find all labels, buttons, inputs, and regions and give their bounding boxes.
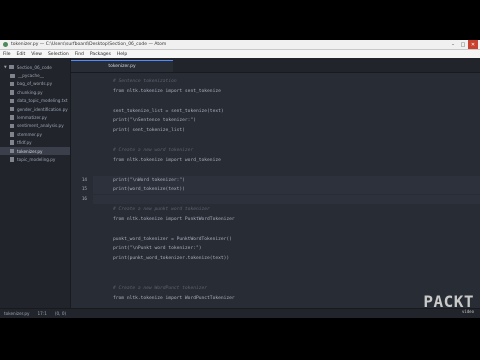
tab-label: tokenizer.py bbox=[108, 64, 136, 69]
menu-help[interactable]: Help bbox=[117, 52, 127, 57]
menu-selection[interactable]: Selection bbox=[48, 52, 69, 57]
menu-find[interactable]: Find bbox=[75, 52, 84, 57]
tree-item-label: __pycache__ bbox=[18, 73, 44, 79]
line-highlight bbox=[93, 195, 480, 205]
atom-app-icon bbox=[3, 42, 8, 47]
tree-item-label: data_topic_modeling.txt bbox=[17, 98, 68, 104]
menu-packages[interactable]: Packages bbox=[90, 52, 111, 57]
code-line: print( sent_tokenize_list) bbox=[113, 128, 185, 134]
tab-tokenizer[interactable]: tokenizer.py bbox=[71, 60, 173, 72]
folder-icon bbox=[10, 73, 15, 78]
close-button[interactable]: ✕ bbox=[468, 40, 478, 49]
tree-item[interactable]: tfidf.py bbox=[0, 139, 70, 147]
tree-item[interactable]: tokenizer.py bbox=[0, 146, 70, 156]
code-line: from nltk.tokenize import PunktWordToken… bbox=[113, 216, 235, 222]
file-icon bbox=[10, 106, 14, 112]
tree-item-label: topic_modeling.py bbox=[17, 156, 56, 162]
tree-item-label: sentiment_analysis.py bbox=[17, 123, 64, 129]
tree-item-label: tokenizer.py bbox=[17, 148, 43, 154]
code-line: print("\nPunkt word tokenizer:") bbox=[113, 246, 202, 252]
code-line: print(word_tokenize(text)) bbox=[113, 187, 185, 193]
code-line: punkt_word_tokenizer = PunktWordTokenize… bbox=[113, 236, 232, 242]
code-line: print("\nWord tokenizer:") bbox=[113, 177, 185, 183]
tab-bar: tokenizer.py bbox=[71, 58, 480, 73]
menu-edit[interactable]: Edit bbox=[17, 52, 26, 57]
code-line: from nltk.tokenize import WordPunctToken… bbox=[113, 295, 235, 301]
status-cursor-position[interactable]: 17:1 bbox=[37, 311, 46, 316]
tree-item-label: gender_identification.py bbox=[17, 106, 68, 112]
code-line: # Create a new word tokenizer bbox=[113, 147, 194, 153]
line-number: 16 bbox=[81, 197, 87, 203]
file-icon bbox=[10, 90, 14, 95]
file-icon bbox=[10, 81, 14, 87]
window-title: tokenizer.py — C:\Users\surfboard\Deskto… bbox=[11, 42, 167, 47]
status-bar: tokenizer.py 17:1 (0, 0) bbox=[0, 308, 480, 318]
tree-root-label: Section_06_code bbox=[16, 64, 52, 70]
tree-item[interactable]: data_topic_modeling.txt bbox=[0, 97, 70, 105]
tree-item-label: tfidf.py bbox=[17, 140, 32, 146]
tree-item[interactable]: chunking.py bbox=[0, 88, 70, 96]
tree-item-label: bag_of_words.py bbox=[17, 81, 53, 87]
file-icon bbox=[10, 98, 14, 103]
tree-item-label: lemmatizer.py bbox=[17, 115, 47, 121]
file-icon bbox=[10, 140, 14, 145]
folder-icon bbox=[8, 65, 14, 70]
code-line: from nltk.tokenize import sent_tokenize bbox=[113, 88, 221, 94]
tree-item[interactable]: stemmer.py bbox=[0, 130, 70, 138]
atom-window: tokenizer.py — C:\Users\surfboard\Deskto… bbox=[0, 40, 480, 318]
file-icon bbox=[10, 115, 14, 120]
tree-item[interactable]: topic_modeling.py bbox=[0, 155, 70, 163]
menu-file[interactable]: File bbox=[3, 52, 11, 57]
tree-item[interactable]: __pycache__ bbox=[0, 71, 70, 79]
code-line: print(punkt_word_tokenizer.tokenize(text… bbox=[113, 256, 230, 262]
tree-item[interactable]: gender_identification.py bbox=[0, 105, 70, 113]
project-tree: ▼ Section_06_code __pycache__ bag_of_word… bbox=[0, 58, 71, 309]
tree-item[interactable]: sentiment_analysis.py bbox=[0, 122, 70, 130]
file-icon bbox=[10, 157, 14, 162]
tree-item-label: stemmer.py bbox=[17, 131, 42, 137]
title-bar: tokenizer.py — C:\Users\surfboard\Deskto… bbox=[0, 40, 480, 50]
line-number-gutter: 14 15 16 bbox=[71, 72, 93, 309]
file-icon bbox=[10, 132, 14, 137]
line-number: 15 bbox=[81, 187, 87, 193]
tree-item[interactable]: bag_of_words.py bbox=[0, 80, 70, 88]
menu-view[interactable]: View bbox=[31, 52, 42, 57]
code-area[interactable]: # Sentence tokenization from nltk.tokeniz… bbox=[93, 72, 480, 309]
line-number: 14 bbox=[81, 177, 87, 183]
tree-item[interactable]: lemmatizer.py bbox=[0, 113, 70, 121]
packt-logo: PACKT video bbox=[423, 292, 474, 314]
minimize-button[interactable]: – bbox=[448, 40, 458, 49]
status-file[interactable]: tokenizer.py bbox=[4, 311, 29, 316]
code-line: # Create a new punkt word tokenizer bbox=[113, 207, 210, 213]
file-icon bbox=[10, 123, 14, 129]
code-line: sent_tokenize_list = sent_tokenize(text) bbox=[113, 108, 224, 114]
editor-pane[interactable]: tokenizer.py 14 15 16 # Sentence tokenizat… bbox=[71, 58, 480, 309]
tree-item-label: chunking.py bbox=[17, 89, 43, 95]
tree-root-folder[interactable]: ▼ Section_06_code bbox=[0, 63, 70, 71]
code-line: # Create a new WordPunct tokenizer bbox=[113, 285, 208, 291]
code-line: from nltk.tokenize import word_tokenize bbox=[113, 157, 221, 163]
code-line: # Sentence tokenization bbox=[113, 79, 177, 84]
status-selection: (0, 0) bbox=[54, 311, 67, 316]
maximize-button[interactable]: □ bbox=[458, 40, 468, 49]
chevron-down-icon: ▼ bbox=[4, 65, 7, 70]
file-icon bbox=[10, 148, 14, 154]
code-line: print("\nSentence tokenizer:") bbox=[113, 118, 196, 124]
